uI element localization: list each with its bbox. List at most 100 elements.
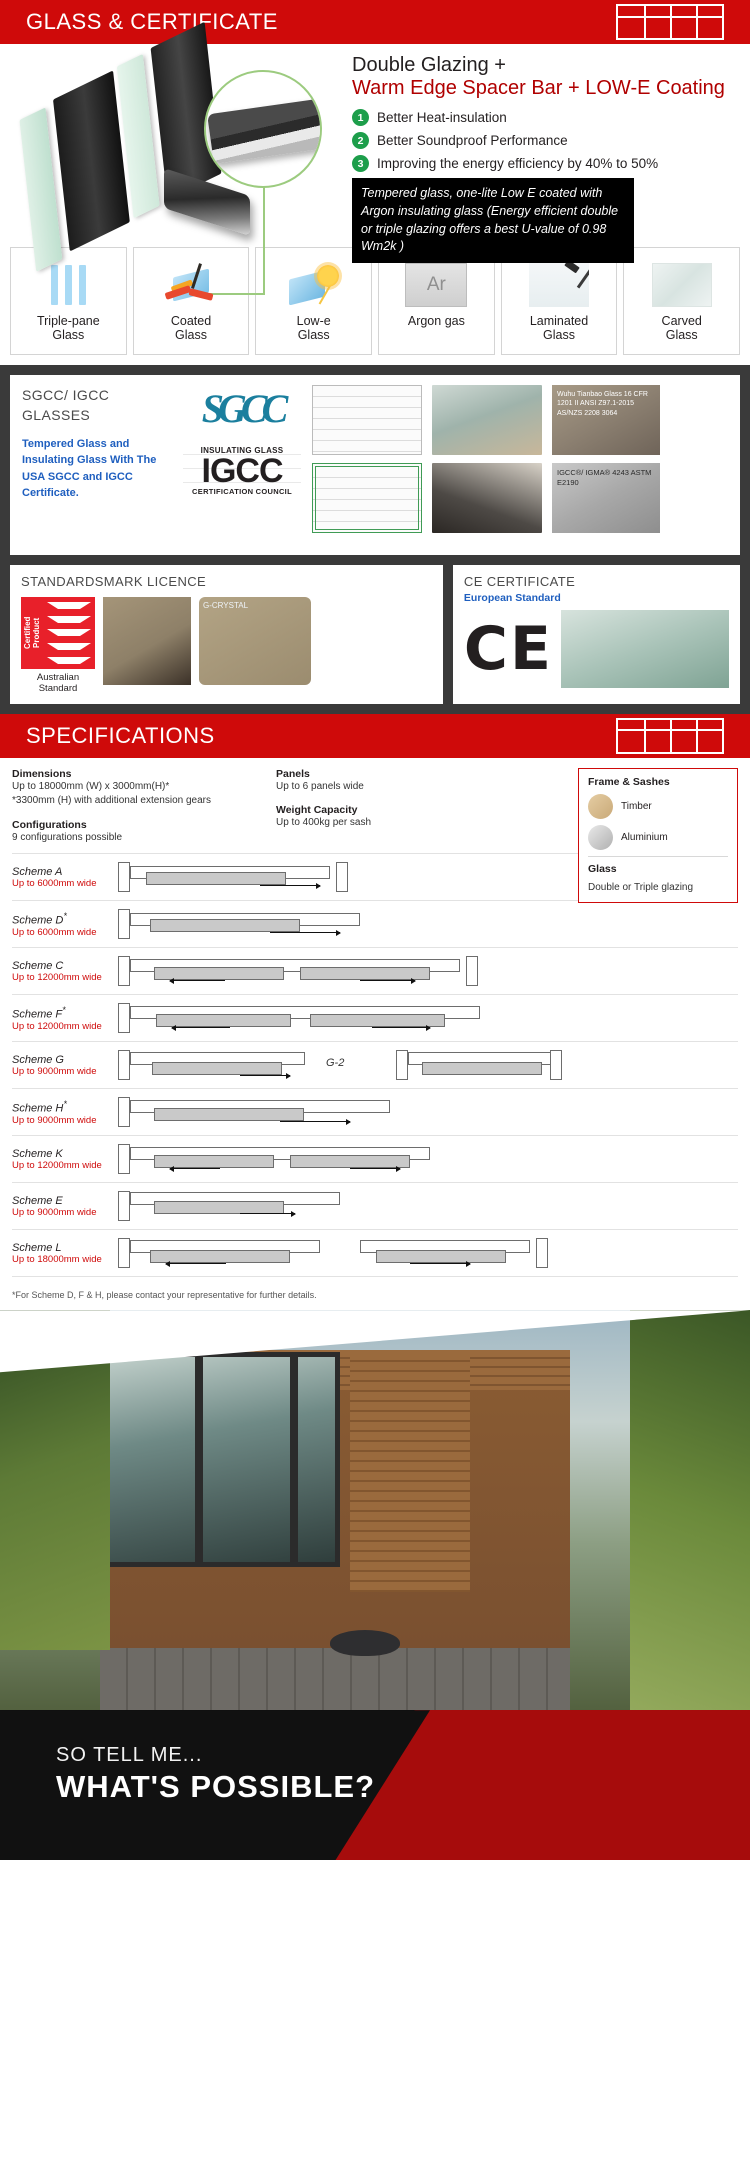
sgcc-heading-line1: SGCC/ IGCC — [22, 387, 110, 403]
frame-option-aluminium[interactable]: Aluminium — [588, 824, 728, 850]
chevron-icon — [43, 597, 95, 669]
scheme-name: Scheme C — [12, 959, 64, 972]
glass-type-label: Low-e Glass — [296, 314, 331, 342]
scheme-width: Up to 18000mm wide — [12, 1253, 102, 1265]
glass-type-card-low-e[interactable]: Low-e Glass — [255, 247, 373, 355]
scheme-diagram-f — [110, 1001, 738, 1035]
hero-illustration — [14, 21, 344, 298]
sgcc-description: Tempered Glass and Insulating Glass With… — [22, 437, 157, 500]
timber-label: Timber — [621, 800, 652, 812]
scheme-diagram-l — [110, 1236, 738, 1270]
benefit-list: 1 Better Heat-insulation 2 Better Soundp… — [352, 109, 734, 172]
igcc-logo: INSULATING GLASS IGCC CERTIFICATION COUN… — [183, 446, 301, 497]
certified-product-label: Certified Product — [23, 616, 41, 650]
standardsmark-photo — [103, 597, 191, 685]
dimensions-line2: *3300mm (H) with additional extension ge… — [12, 795, 211, 807]
hero-text: Double Glazing + Warm Edge Spacer Bar + … — [344, 54, 734, 263]
coated-glass-icon — [164, 256, 217, 314]
certificate-document-plain — [312, 385, 422, 455]
scheme-width: Up to 12000mm wide — [12, 971, 102, 983]
scheme-width: Up to 9000mm wide — [12, 1206, 97, 1218]
cta-text: SO TELL ME... WHAT'S POSSIBLE? — [56, 1744, 375, 1805]
standardsmark-heading: STANDARDSMARK LICENCE — [21, 574, 207, 589]
window-grid-icon — [616, 717, 724, 754]
callout-line-vertical — [263, 187, 265, 295]
scheme-width: Up to 9000mm wide — [12, 1065, 97, 1077]
scheme-name: Scheme L — [12, 1241, 62, 1254]
scheme-g2-label: G-2 — [326, 1057, 345, 1070]
scheme-diagram-k — [110, 1142, 738, 1176]
scheme-name: Scheme D* — [12, 910, 67, 927]
scheme-row: Scheme A Up to 6000mm wide — [12, 853, 738, 900]
scheme-name: Scheme F* — [12, 1004, 66, 1021]
scheme-row: Scheme C Up to 12000mm wide — [12, 947, 738, 994]
scheme-row: Scheme D* Up to 6000mm wide — [12, 900, 738, 947]
scheme-row: Scheme E Up to 9000mm wide — [12, 1182, 738, 1229]
scheme-row: Scheme G Up to 9000mm wide G-2 — [12, 1041, 738, 1088]
configurations-text: 9 configurations possible — [12, 831, 123, 843]
sgcc-logo: SGCC — [201, 386, 288, 431]
ce-glass-photo — [560, 610, 729, 688]
scheme-name: Scheme A — [12, 865, 63, 878]
benefit-item: 1 Better Heat-insulation — [352, 109, 734, 126]
glass-type-card-coated[interactable]: Coated Glass — [132, 247, 250, 355]
frame-box-divider — [588, 855, 728, 857]
scheme-diagram-e — [110, 1189, 738, 1223]
scheme-name: Scheme G — [12, 1053, 64, 1066]
scheme-diagram-a — [110, 860, 738, 894]
igcc-bottom-text: CERTIFICATION COUNCIL — [192, 487, 292, 497]
hero-title-line1: Double Glazing + — [352, 54, 506, 76]
laminated-glass-icon — [529, 256, 590, 314]
cta-line1: SO TELL ME... — [56, 1744, 203, 1767]
glass-type-label: Triple-pane Glass — [36, 314, 100, 342]
argon-symbol: Ar — [405, 263, 468, 307]
sgcc-text-block: SGCC/ IGCC GLASSES Tempered Glass and In… — [22, 385, 172, 545]
scheme-diagram-h — [110, 1095, 738, 1129]
specifications-body: Dimensions Up to 18000mm (W) x 3000mm(H)… — [0, 758, 750, 1284]
benefit-item: 3 Improving the energy efficiency by 40%… — [352, 155, 734, 172]
low-e-glass-icon — [287, 256, 341, 314]
carved-glass-icon — [651, 256, 712, 314]
frame-option-timber[interactable]: Timber — [588, 793, 728, 819]
standardsmark-caption: Australian Standard — [36, 672, 80, 695]
standardsmark-card: STANDARDSMARK LICENCE Certified Product … — [10, 565, 443, 704]
glass-etch-labels: Wuhu Tianbao Glass 16 CFR 1201 II ANSI Z… — [552, 385, 660, 545]
sgcc-igcc-logos: SGCC INSULATING GLASS IGCC CERTIFICATION… — [182, 385, 302, 545]
specifications-title: SPECIFICATIONS — [26, 722, 215, 748]
igcc-wordmark: IGCC — [201, 452, 284, 490]
weight-capacity-heading: Weight Capacity — [276, 804, 358, 817]
scheme-width: Up to 6000mm wide — [12, 877, 97, 889]
cta-line2: WHAT'S POSSIBLE? — [56, 1769, 376, 1805]
etch-label-sgcc: Wuhu Tianbao Glass 16 CFR 1201 II ANSI Z… — [552, 385, 660, 455]
dimensions-block: Dimensions Up to 18000mm (W) x 3000mm(H)… — [12, 768, 262, 846]
spacer-bar-zoom-circle — [204, 70, 322, 188]
configurations-heading: Configurations — [12, 818, 87, 831]
glass-type-label: Laminated Glass — [529, 314, 589, 342]
glass-type-card-laminated[interactable]: Laminated Glass — [500, 247, 618, 355]
timber-swatch-icon — [588, 793, 613, 819]
ce-certificate-card: CE CERTIFICATE European Standard CE — [452, 565, 740, 704]
glass-type-card-carved[interactable]: Carved Glass — [623, 247, 741, 355]
benefit-label: Better Soundproof Performance — [377, 133, 568, 148]
certificate-document-green — [312, 463, 422, 533]
ce-mark-icon: CE — [463, 614, 553, 684]
scheme-row: Scheme F* Up to 12000mm wide — [12, 994, 738, 1041]
scheme-name: Scheme K — [12, 1147, 63, 1160]
scheme-name: Scheme H* — [12, 1098, 67, 1115]
specifications-banner: SPECIFICATIONS — [0, 713, 750, 758]
glass-photo-unit — [432, 463, 542, 533]
glass-type-label: Carved Glass — [661, 314, 702, 342]
brochure-page: GLASS & CERTIFICATE Double Glazing + War… — [0, 0, 750, 2163]
ce-heading: CE CERTIFICATE — [463, 574, 576, 589]
etch-brand: G-CRYSTAL — [203, 601, 249, 610]
scheme-diagram-c — [110, 954, 738, 988]
benefit-label: Improving the energy efficiency by 40% t… — [377, 156, 659, 171]
window-grid-icon — [616, 4, 724, 40]
benefit-number: 3 — [352, 155, 369, 172]
benefit-number: 1 — [352, 109, 369, 126]
tempered-glass-note: Tempered glass, one-lite Low E coated wi… — [352, 178, 634, 263]
weight-capacity-text: Up to 400kg per sash — [276, 817, 372, 829]
glass-photo-edge — [432, 385, 542, 455]
sgcc-igcc-card: SGCC/ IGCC GLASSES Tempered Glass and In… — [10, 375, 740, 555]
glass-type-card-argon-gas[interactable]: Ar Argon gas — [378, 247, 495, 355]
